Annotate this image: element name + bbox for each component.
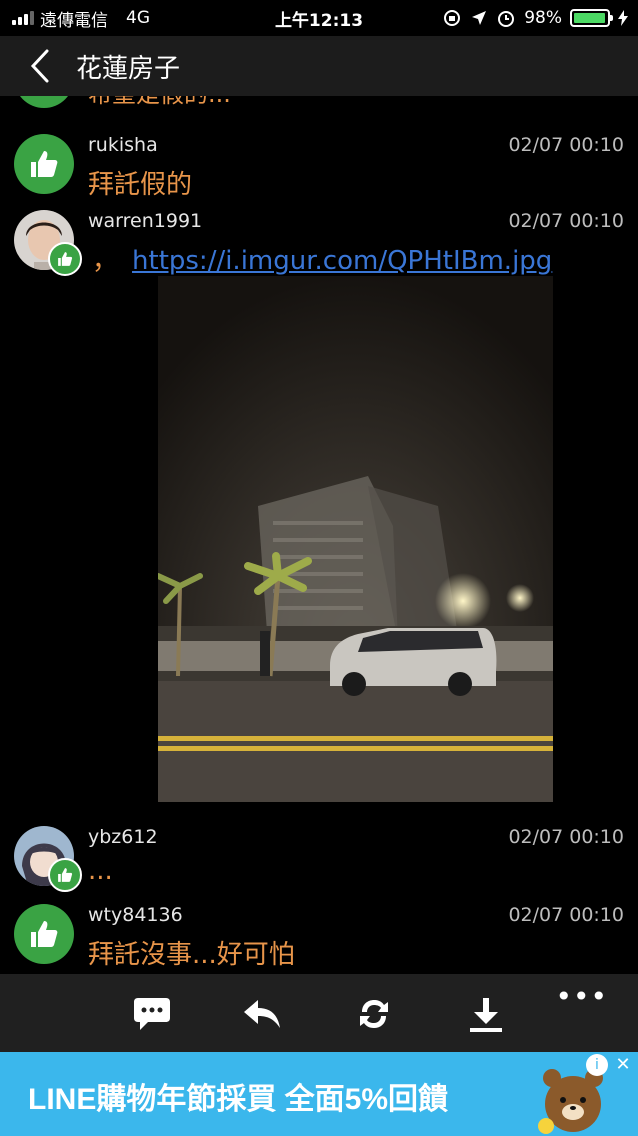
- list-item: 希望是假的...: [0, 96, 638, 118]
- brown-bear-mascot-icon: [538, 1069, 603, 1134]
- bottom-toolbar: •••: [0, 974, 638, 1052]
- image-link[interactable]: https://i.imgur.com/QPHtIBm.jpg: [132, 246, 552, 276]
- location-icon: [472, 11, 487, 25]
- like-avatar-icon: [14, 904, 74, 964]
- reply-icon[interactable]: [240, 992, 284, 1036]
- status-right-group: 98%: [442, 8, 628, 28]
- rotation-lock-icon: [444, 10, 461, 26]
- attached-photo[interactable]: [158, 276, 553, 802]
- back-icon[interactable]: [10, 36, 70, 96]
- comment-time: 02/07 00:10: [508, 210, 624, 232]
- ad-text[interactable]: LINE購物年節採買 全面5%回饋: [28, 1074, 448, 1118]
- comment-username[interactable]: ybz612: [88, 826, 158, 848]
- charging-icon: [618, 10, 628, 26]
- comment-thread[interactable]: 希望是假的... rukisha 02/07 00:10 拜託假的 warren…: [0, 96, 638, 974]
- battery-percent: 98%: [524, 8, 562, 28]
- comment-time: 02/07 00:10: [508, 134, 624, 156]
- comment-time: 02/07 00:10: [508, 826, 624, 848]
- comment-message: 拜託沒事...好可怕: [88, 940, 295, 970]
- comment-icon[interactable]: [130, 992, 174, 1036]
- like-avatar-icon: [14, 134, 74, 194]
- comment-time: 02/07 00:10: [508, 904, 624, 926]
- alarm-icon: [498, 11, 515, 27]
- comment-username[interactable]: wty84136: [88, 904, 183, 926]
- battery-icon: [570, 9, 613, 27]
- page-title: 花蓮房子: [76, 53, 181, 84]
- comment-message: 拜託假的: [88, 170, 193, 200]
- refresh-icon[interactable]: [352, 992, 396, 1036]
- more-icon[interactable]: •••: [555, 980, 608, 1013]
- ad-banner[interactable]: LINE購物年節採買 全面5%回饋 i ✕: [0, 1052, 638, 1136]
- list-item: rukisha 02/07 00:10 拜託假的: [0, 134, 638, 204]
- comment-message: 希望是假的...: [88, 96, 231, 109]
- nav-bar: 花蓮房子: [0, 36, 638, 96]
- comment-username[interactable]: rukisha: [88, 134, 158, 156]
- download-icon[interactable]: [464, 992, 508, 1036]
- list-item: ybz612 02/07 00:10 ...: [0, 826, 638, 896]
- status-bar: 遠傳電信 4G 上午12:13 98%: [0, 0, 638, 36]
- list-item: wty84136 02/07 00:10 拜託沒事...好可怕: [0, 904, 638, 974]
- like-avatar-icon: [14, 96, 74, 108]
- comment-message: ...: [88, 856, 113, 886]
- comment-message: ， https://i.imgur.com/QPHtIBm.jpg: [92, 240, 552, 277]
- like-badge-icon: [48, 242, 82, 276]
- ad-close-icon[interactable]: ✕: [612, 1054, 634, 1076]
- like-badge-icon: [48, 858, 82, 892]
- comment-prefix: ，: [92, 246, 119, 276]
- comment-username[interactable]: warren1991: [88, 210, 202, 232]
- ad-info-icon[interactable]: i: [586, 1054, 608, 1076]
